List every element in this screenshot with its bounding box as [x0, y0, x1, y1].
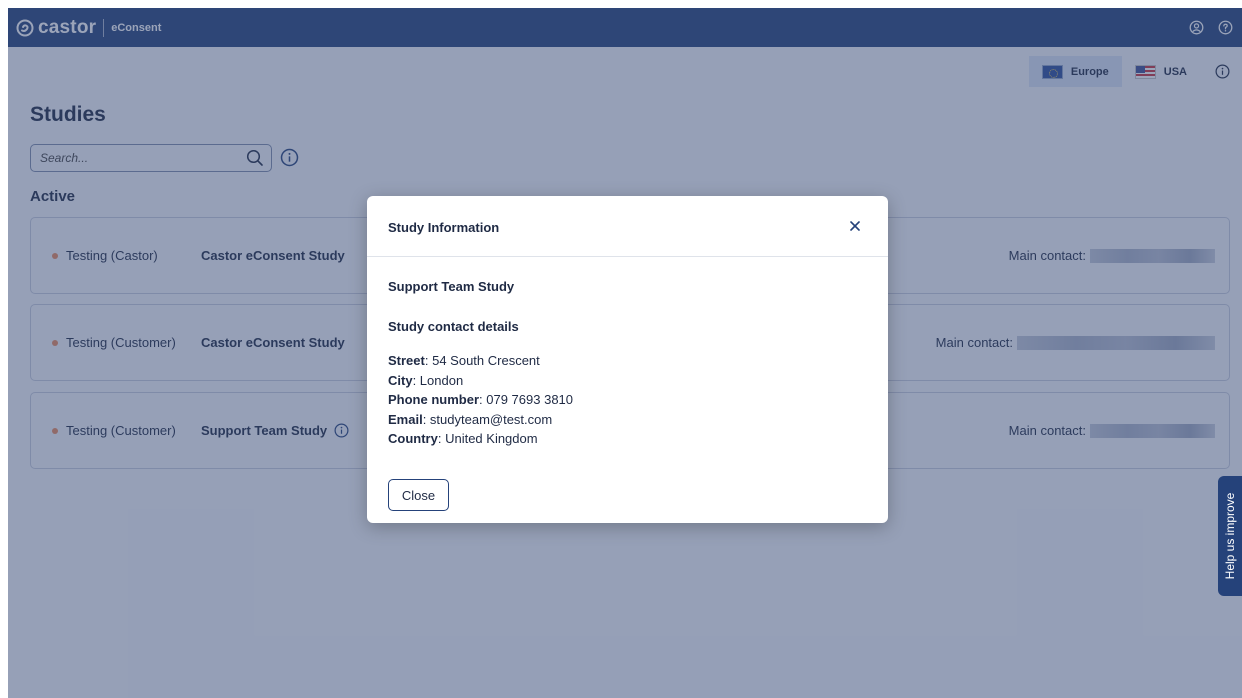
phone-value: 079 7693 3810 [486, 392, 574, 407]
modal-header: Study Information [367, 196, 888, 257]
contact-details: Street: 54 South Crescent City: London P… [388, 351, 573, 449]
modal-study-name: Support Team Study [388, 279, 515, 294]
street-line: Street: 54 South Crescent [388, 353, 540, 368]
country-value: United Kingdom [445, 431, 538, 446]
country-line: Country: United Kingdom [388, 431, 538, 446]
street-label: Street [388, 353, 425, 368]
contact-details-heading: Study contact details [388, 319, 519, 334]
email-value: studyteam@test.com [429, 411, 553, 427]
email-line: Email: studyteam@test.com [388, 411, 553, 427]
help-us-improve-label: Help us improve [1223, 492, 1237, 580]
help-us-improve-tab[interactable]: Help us improve [1218, 476, 1242, 596]
app-frame: castor eConsent Europe USA [8, 8, 1242, 698]
city-value: London [419, 372, 464, 388]
street-value: 54 South Crescent [432, 353, 540, 368]
country-label: Country [388, 431, 438, 446]
modal-close-button[interactable] [846, 217, 864, 235]
study-information-modal: Study Information Support Team Study Stu… [367, 196, 888, 523]
close-icon [850, 221, 860, 231]
phone-label: Phone number [388, 392, 480, 407]
email-label: Email [388, 411, 423, 427]
city-label: City [388, 372, 413, 388]
close-button[interactable]: Close [388, 479, 449, 511]
city-line: City: London [388, 372, 464, 388]
phone-line: Phone number: 079 7693 3810 [388, 392, 574, 407]
modal-title: Study Information [388, 220, 500, 235]
